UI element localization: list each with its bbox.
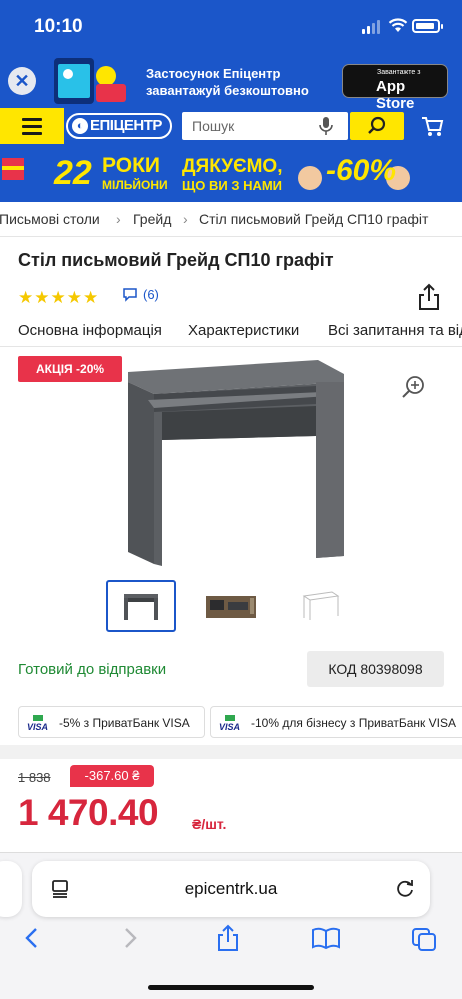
breadcrumb: Письмові столи › Грейд › Стіл письмовий … bbox=[0, 202, 462, 236]
back-icon[interactable] bbox=[22, 923, 42, 953]
rating-stars[interactable]: ★ ★ ★ ★ ★ bbox=[18, 288, 98, 308]
share-sheet-icon[interactable] bbox=[214, 923, 242, 953]
thumbnail-strip bbox=[0, 580, 462, 636]
promo-years: РОКИ bbox=[102, 154, 160, 177]
breadcrumb-item[interactable]: Стіл письмовий Грейд СП10 графіт bbox=[199, 211, 428, 227]
divider bbox=[0, 236, 462, 237]
divider bbox=[0, 346, 462, 347]
thumbnail-1[interactable] bbox=[106, 580, 176, 632]
section-separator bbox=[0, 745, 462, 759]
search-button[interactable] bbox=[350, 112, 404, 140]
tab-characteristics[interactable]: Характеристики bbox=[188, 322, 299, 339]
chevron-right-icon: › bbox=[183, 211, 188, 227]
star-icon: ★ bbox=[18, 288, 34, 307]
app-banner: ✕ Застосунок Епіцентр завантажуй безкошт… bbox=[0, 54, 462, 112]
search-box bbox=[182, 112, 348, 140]
search-icon bbox=[368, 116, 386, 134]
star-icon: ★ bbox=[50, 288, 66, 307]
breadcrumb-item[interactable]: Грейд bbox=[133, 211, 171, 227]
payment-offers: VISA -5% з ПриватБанк VISA VISA -10% для… bbox=[0, 706, 462, 738]
current-price: 1 470.40 bbox=[18, 792, 159, 833]
previous-tab-preview[interactable] bbox=[0, 861, 22, 917]
tab-questions[interactable]: Всі запитання та відповіді bbox=[328, 322, 462, 339]
visa-icon: VISA bbox=[27, 715, 48, 731]
star-icon: ★ bbox=[83, 288, 99, 307]
product-code: КОД 80398098 bbox=[307, 651, 444, 687]
site-logo[interactable]: ◐ ЕПІЦЕНТР bbox=[66, 113, 172, 139]
app-store-button[interactable]: Завантажте з App Store bbox=[342, 64, 448, 112]
svg-text:VISA: VISA bbox=[219, 722, 240, 731]
home-indicator bbox=[148, 985, 314, 990]
offer-privatbank[interactable]: VISA -5% з ПриватБанк VISA bbox=[18, 706, 205, 738]
svg-text:VISA: VISA bbox=[27, 722, 48, 731]
promo-millions: МІЛЬЙОНИ bbox=[102, 178, 168, 192]
site-header: ◐ ЕПІЦЕНТР bbox=[0, 108, 462, 144]
breadcrumb-item[interactable]: Письмові столи bbox=[0, 211, 100, 227]
tab-main-info[interactable]: Основна інформація bbox=[18, 322, 162, 339]
star-icon: ★ bbox=[34, 288, 50, 307]
sale-badge: АКЦІЯ -20% bbox=[18, 356, 122, 382]
cart-icon[interactable] bbox=[420, 114, 444, 138]
promo-thanks-line2: ЩО ВИ З НАМИ bbox=[182, 178, 283, 193]
zoom-icon[interactable] bbox=[400, 374, 426, 400]
signal-icon bbox=[362, 20, 380, 34]
url-text: epicentrk.ua bbox=[184, 879, 278, 898]
share-icon[interactable] bbox=[417, 283, 441, 311]
price-unit: ₴/шт. bbox=[192, 816, 227, 832]
thumbnail-room-image bbox=[206, 596, 256, 618]
product-tabs: Основна інформація Характеристики Всі за… bbox=[18, 322, 462, 344]
comment-icon bbox=[123, 288, 137, 302]
thumbnail-2[interactable] bbox=[202, 580, 272, 632]
thumbnail-drawing-image bbox=[302, 591, 340, 620]
product-gallery[interactable]: АКЦІЯ -20% bbox=[0, 348, 462, 574]
tabs-icon[interactable] bbox=[410, 923, 438, 953]
address-bar[interactable]: epicentrk.ua bbox=[32, 861, 430, 917]
app-banner-text: Застосунок Епіцентр завантажуй безкоштов… bbox=[146, 66, 309, 98]
reload-icon[interactable] bbox=[394, 877, 416, 899]
promo-art-icon bbox=[54, 58, 126, 104]
offer-privatbank-business[interactable]: VISA -10% для бізнесу з ПриватБанк VISA bbox=[210, 706, 462, 738]
availability-status: Готовий до відправки bbox=[18, 661, 167, 678]
thumbnail-3[interactable] bbox=[292, 580, 362, 632]
promo-thanks-line1: ДЯКУЄМО, bbox=[182, 156, 283, 177]
promo-banner[interactable]: 22 РОКИ МІЛЬЙОНИ ДЯКУЄМО, ЩО ВИ З НАМИ -… bbox=[0, 144, 462, 202]
status-bar: 10:10 bbox=[0, 0, 462, 54]
hamburger-menu-icon[interactable] bbox=[0, 108, 64, 144]
product-title: Стіл письмовий Грейд СП10 графіт bbox=[18, 250, 334, 270]
product-image bbox=[128, 360, 344, 566]
microphone-icon[interactable] bbox=[318, 116, 334, 136]
star-icon: ★ bbox=[66, 288, 82, 307]
clock: 10:10 bbox=[34, 16, 83, 37]
promo-number: 22 bbox=[54, 154, 92, 192]
saving-badge: -367.60 ₴ bbox=[70, 765, 154, 787]
close-icon[interactable]: ✕ bbox=[8, 67, 36, 95]
visa-icon: VISA bbox=[219, 715, 240, 731]
bookmarks-icon[interactable] bbox=[310, 923, 342, 953]
logo-mark-icon: ◐ bbox=[72, 118, 88, 134]
reviews-link[interactable]: (6) bbox=[122, 287, 159, 302]
battery-icon bbox=[412, 19, 443, 33]
old-price: 1 838 bbox=[18, 770, 51, 785]
forward-icon[interactable] bbox=[120, 923, 140, 953]
browser-bottom-bar: epicentrk.ua bbox=[0, 852, 462, 999]
thumbnail-desk-image bbox=[124, 594, 158, 620]
promo-discount: -60% bbox=[326, 154, 397, 187]
wifi-icon bbox=[388, 18, 408, 32]
chevron-right-icon: › bbox=[116, 211, 121, 227]
search-input[interactable] bbox=[192, 118, 312, 134]
